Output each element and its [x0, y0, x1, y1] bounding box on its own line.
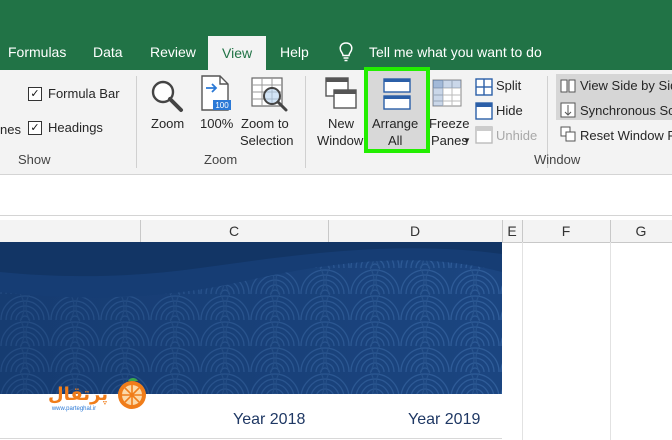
window-group-label: Window — [534, 152, 581, 167]
zoom-100-label[interactable]: 100% — [200, 116, 233, 131]
zoom-100-icon[interactable]: 100 — [198, 74, 234, 119]
headings-checkbox[interactable]: ✓ — [28, 121, 42, 135]
cell-year-2019[interactable]: Year 2019 — [408, 411, 480, 429]
tab-data[interactable]: Data — [93, 44, 123, 60]
freeze-panes-label-1[interactable]: Freeze — [429, 116, 469, 131]
svg-text:پرتقال: پرتقال — [48, 384, 108, 405]
parteghal-logo: پرتقال www.parteghal.ir — [22, 378, 152, 412]
grid-line — [610, 242, 611, 440]
ribbon-view: nes ✓ Formula Bar ✓ Headings Show Zoom 1… — [0, 67, 672, 175]
reset-window-position-icon[interactable] — [560, 126, 576, 147]
zoom-to-selection-label-2[interactable]: Selection — [240, 133, 293, 148]
header-banner-image — [0, 242, 502, 394]
zoom-to-selection-label-1[interactable]: Zoom to — [241, 116, 289, 131]
headings-label[interactable]: Headings — [48, 120, 103, 135]
tab-review[interactable]: Review — [150, 44, 196, 60]
formula-bar-checkbox[interactable]: ✓ — [28, 87, 42, 101]
svg-text:www.parteghal.ir: www.parteghal.ir — [51, 406, 96, 412]
column-header-c[interactable]: C — [140, 220, 329, 242]
arrange-all-label-1: Arrange — [372, 116, 419, 131]
unhide-label[interactable]: Unhide — [496, 128, 537, 143]
zoom-to-selection-icon[interactable] — [250, 74, 290, 119]
tab-formulas[interactable]: Formulas — [8, 44, 66, 60]
synchronous-scrolling-icon[interactable] — [560, 102, 576, 123]
tab-view[interactable]: View — [208, 36, 267, 70]
column-header-row: C D E F G — [0, 220, 672, 243]
synchronous-scrolling-label[interactable]: Synchronous Sc — [580, 103, 672, 118]
group-divider — [136, 76, 137, 168]
tab-help[interactable]: Help — [280, 44, 309, 60]
view-side-by-side-icon[interactable] — [560, 78, 576, 99]
orange-slice-icon: پرتقال www.parteghal.ir — [48, 378, 146, 412]
freeze-panes-icon[interactable] — [431, 78, 463, 115]
formula-bar[interactable] — [0, 175, 672, 216]
formula-bar-label[interactable]: Formula Bar — [48, 86, 120, 101]
svg-text:100: 100 — [215, 101, 229, 110]
reset-window-position-label[interactable]: Reset Window P — [580, 128, 672, 143]
unhide-icon[interactable] — [475, 126, 493, 149]
new-window-icon[interactable] — [324, 76, 358, 117]
new-window-label-2[interactable]: Window — [317, 133, 363, 148]
split-icon[interactable] — [475, 78, 493, 101]
tell-me-search[interactable]: Tell me what you want to do — [369, 44, 542, 60]
cell-border — [0, 438, 502, 439]
column-header-partial[interactable] — [0, 220, 141, 242]
hide-label[interactable]: Hide — [496, 103, 523, 118]
group-divider — [305, 76, 306, 168]
lightbulb-icon[interactable] — [338, 42, 354, 67]
show-group-label: Show — [18, 152, 51, 167]
column-header-g[interactable]: G — [610, 220, 672, 242]
view-side-by-side-label[interactable]: View Side by Sid — [580, 78, 672, 93]
zoom-button[interactable] — [149, 78, 189, 142]
column-header-d[interactable]: D — [328, 220, 503, 242]
hide-icon[interactable] — [475, 102, 493, 125]
new-window-label-1[interactable]: New — [328, 116, 354, 131]
column-header-e[interactable]: E — [502, 220, 523, 242]
split-label[interactable]: Split — [496, 78, 521, 93]
zoom-label[interactable]: Zoom — [151, 116, 184, 131]
chevron-down-icon[interactable]: ▼ — [463, 136, 471, 145]
cell-year-2018[interactable]: Year 2018 — [233, 411, 305, 429]
ribbon-tab-bar: Formulas Data Review View Help Tell me w… — [0, 0, 672, 70]
zoom-group-label: Zoom — [204, 152, 238, 167]
column-header-f[interactable]: F — [522, 220, 611, 242]
magnifier-icon — [151, 80, 183, 112]
grid-line — [522, 242, 523, 440]
arrange-all-label-2: All — [388, 133, 403, 148]
gridlines-label-partial[interactable]: nes — [0, 122, 21, 137]
arrange-all-icon — [383, 78, 411, 110]
arrange-all-button[interactable]: Arrange All — [364, 67, 430, 153]
